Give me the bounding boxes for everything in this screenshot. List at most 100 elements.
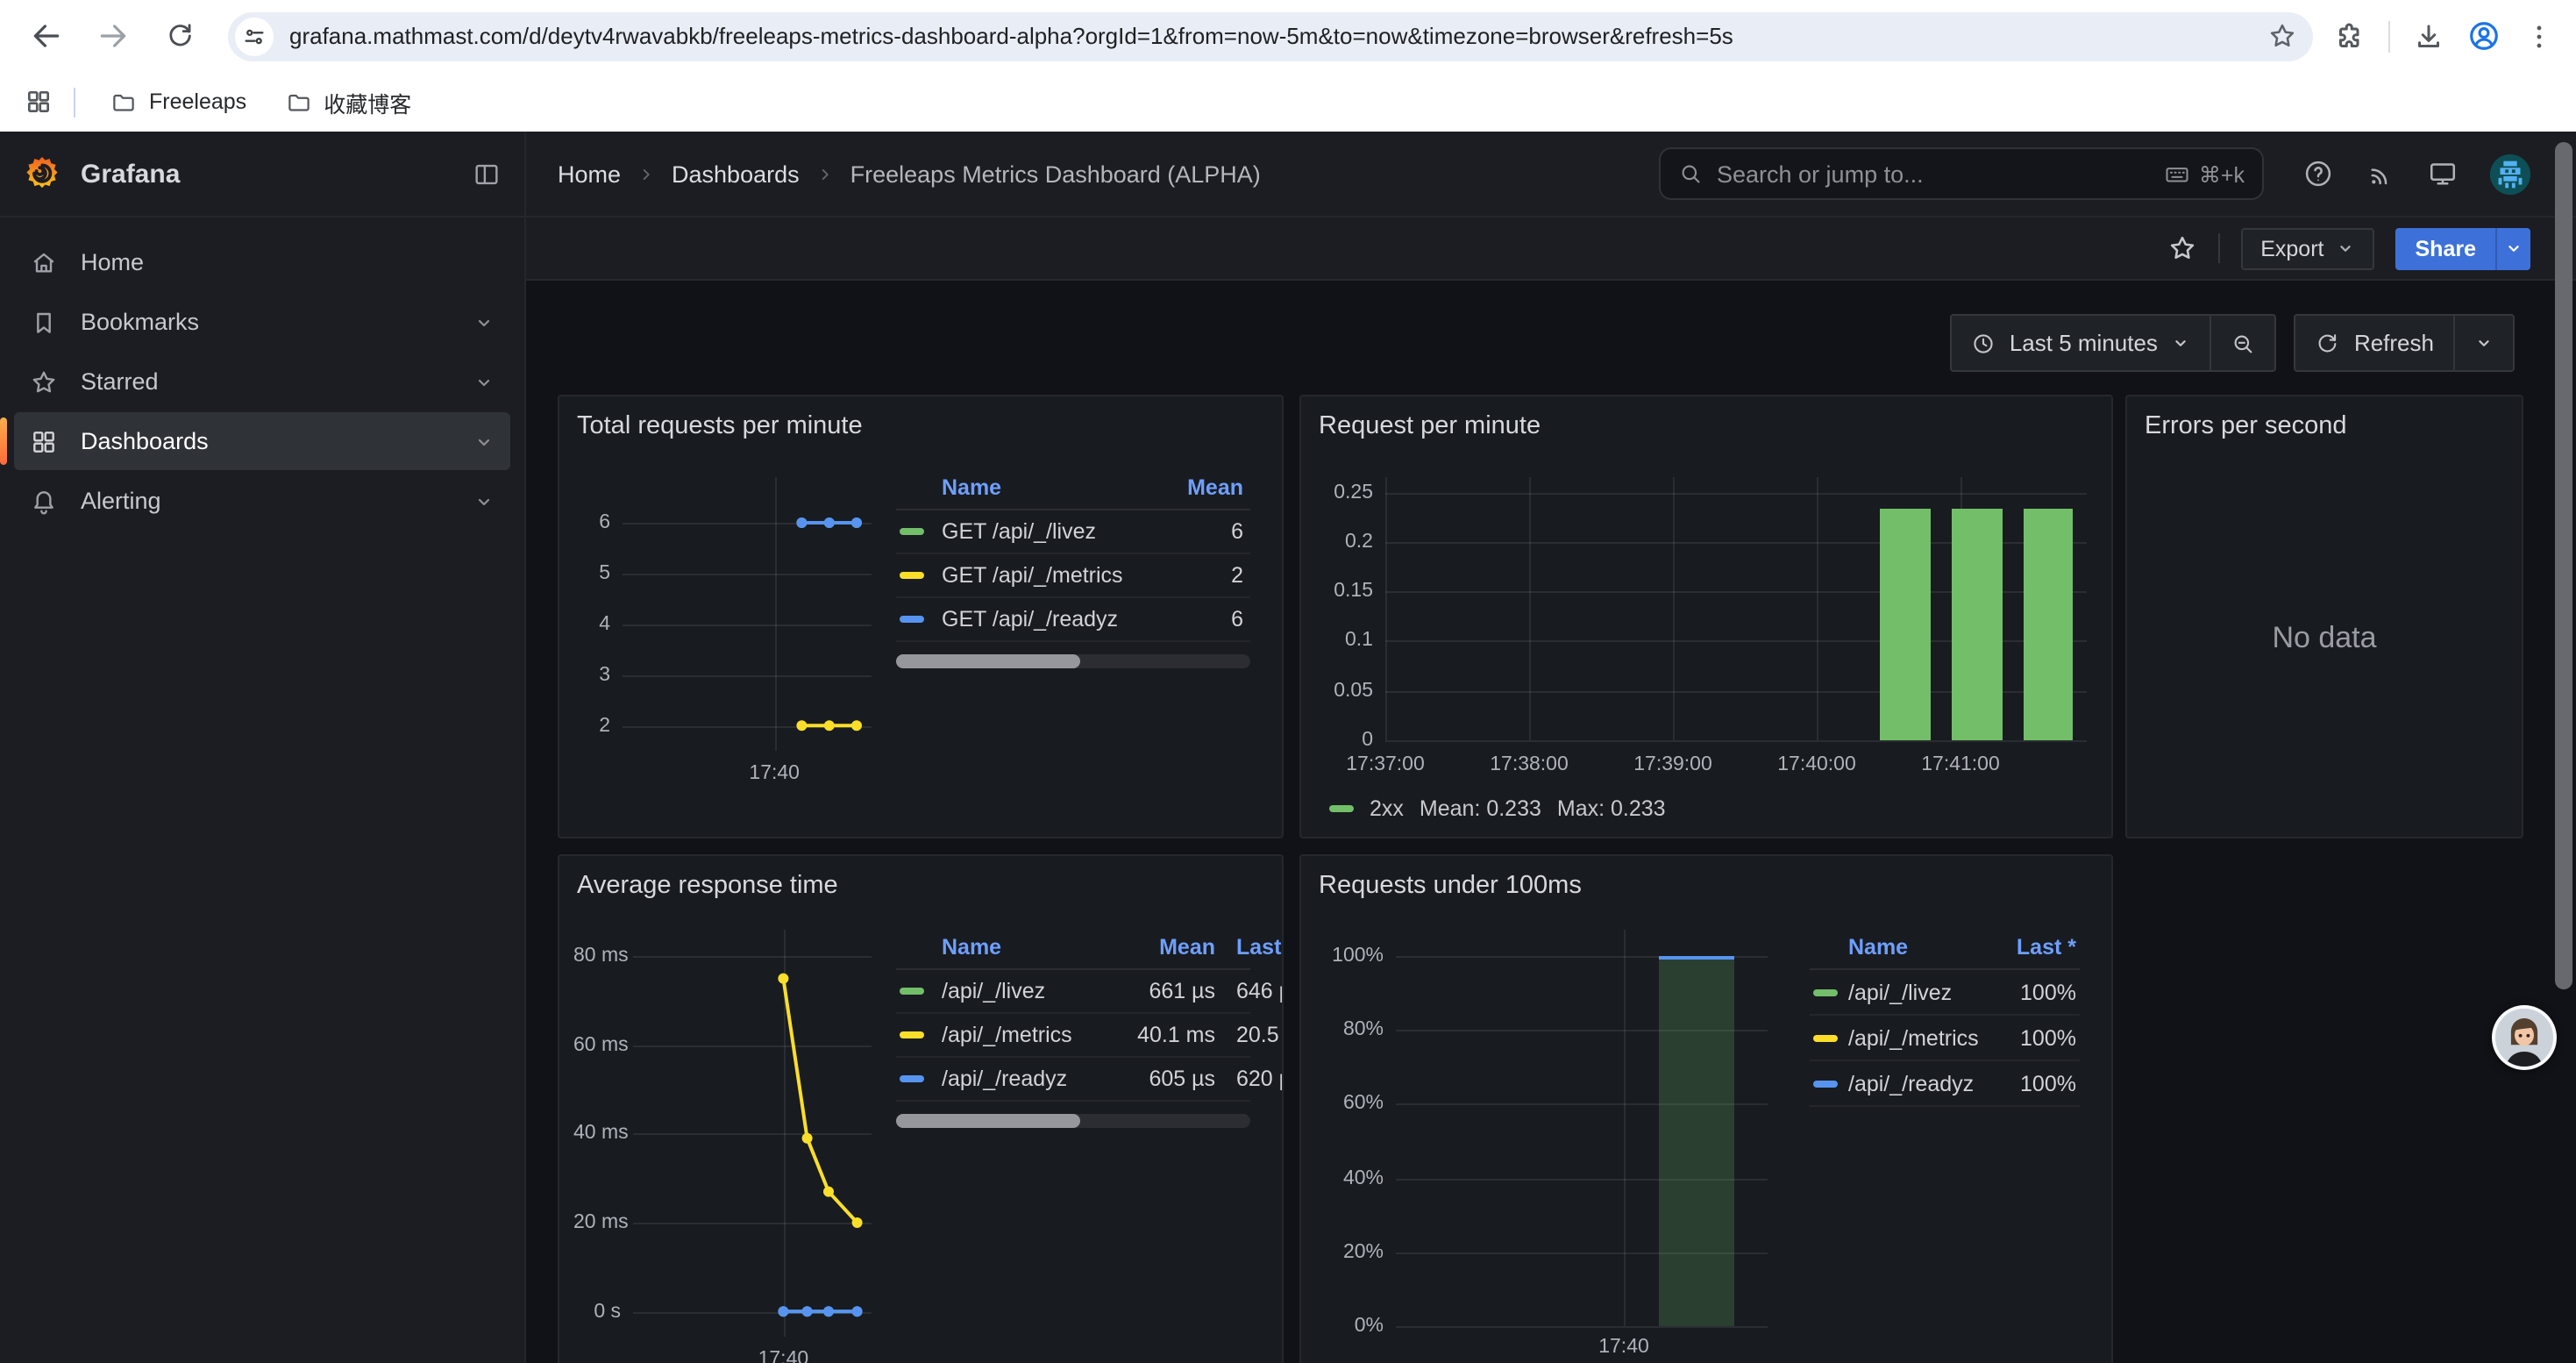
chevron-down-icon[interactable] [473, 371, 495, 392]
sidebar-item-bookmarks[interactable]: Bookmarks [14, 293, 510, 351]
refresh-button[interactable]: Refresh [2296, 316, 2453, 370]
panel-title[interactable]: Requests under 100ms [1319, 870, 1582, 903]
downloads-button[interactable] [2413, 20, 2444, 52]
floating-assistant-avatar[interactable] [2492, 1005, 2557, 1070]
monitor-button[interactable] [2427, 158, 2459, 189]
dashboard-canvas: Last 5 minutes Refresh [526, 281, 2576, 1363]
bookmark-item[interactable]: Freeleaps [96, 82, 260, 122]
sidebar-toggle-button[interactable] [472, 159, 502, 189]
sidebar-item-label: Alerting [81, 488, 161, 514]
refresh-group: Refresh [2295, 314, 2515, 372]
help-button[interactable] [2302, 158, 2334, 189]
series-value: 6 [896, 519, 1243, 544]
refresh-icon [2316, 331, 2340, 355]
chevron-down-icon[interactable] [473, 490, 495, 511]
legend-scrollbar-thumb[interactable] [896, 1114, 1080, 1128]
panel-title[interactable]: Errors per second [2145, 410, 2347, 444]
sidebar-item-home[interactable]: Home [14, 233, 510, 291]
chevron-down-icon[interactable] [473, 431, 495, 452]
header-actions [2302, 153, 2544, 194]
legend-row[interactable]: /api/_/readyz100% [1810, 1061, 2080, 1107]
series-value: 40.1 ms [896, 1023, 1215, 1047]
export-button[interactable]: Export [2241, 227, 2374, 269]
home-icon [30, 248, 58, 276]
back-button[interactable] [21, 11, 70, 61]
time-controls: Last 5 minutes Refresh [1950, 314, 2515, 372]
chevron-down-icon[interactable] [473, 311, 495, 332]
gridline [1385, 477, 1387, 740]
legend-header: NameMean [896, 467, 1250, 510]
apps-grid-button[interactable] [25, 88, 53, 116]
sidebar-item-starred[interactable]: Starred [14, 353, 510, 410]
panel-title[interactable]: Request per minute [1319, 410, 1541, 444]
sidebar-nav: HomeBookmarks Starred Dashboards Alerting [0, 218, 524, 547]
legend-row[interactable]: /api/_/readyz605 µs620 µs [896, 1058, 1250, 1102]
forward-arrow-icon [96, 19, 129, 53]
browser-menu-button[interactable] [2523, 20, 2555, 52]
series-value: 100% [1810, 1071, 2076, 1095]
profile-button[interactable] [2467, 19, 2501, 53]
zoom-out-icon [2231, 331, 2256, 355]
legend-header: NameLast * [1810, 926, 2080, 970]
legend-scrollbar-thumb[interactable] [896, 654, 1080, 668]
url-bar[interactable]: grafana.mathmast.com/d/deytv4rwavabkb/fr… [228, 11, 2313, 61]
y-axis-label: 20% [1315, 1242, 1384, 1263]
sidebar-item-label: Starred [81, 368, 159, 395]
y-axis-label: 40% [1315, 1167, 1384, 1188]
y-axis-label: 0.05 [1315, 680, 1373, 701]
breadcrumb-item[interactable]: Home [558, 161, 621, 187]
search-input[interactable]: Search or jump to... ⌘+k [1659, 147, 2264, 200]
extensions-button[interactable] [2334, 20, 2366, 52]
breadcrumb-item[interactable]: Dashboards [672, 161, 800, 187]
legend-column-header[interactable]: Last * [1810, 935, 2076, 960]
legend-item[interactable]: 2xxMean: 0.233Max: 0.233 [1329, 796, 1666, 821]
site-settings-button[interactable] [235, 17, 274, 55]
sidebar-header: Grafana [0, 132, 524, 218]
legend-row[interactable]: /api/_/livez100% [1810, 970, 2080, 1016]
sidebar-item-dashboards[interactable]: Dashboards [14, 412, 510, 470]
series-value: 6 [896, 607, 1243, 632]
legend-row[interactable]: GET /api/_/readyz6 [896, 598, 1250, 642]
forward-button[interactable] [88, 11, 137, 61]
series-lines [623, 477, 872, 751]
time-range-button[interactable]: Last 5 minutes [1952, 316, 2210, 370]
legend-row[interactable]: /api/_/metrics100% [1810, 1016, 2080, 1061]
legend-column-header[interactable]: Mean [896, 475, 1243, 500]
legend-row[interactable]: /api/_/livez661 µs646 µs [896, 970, 1250, 1014]
bookmark-star-button[interactable] [2267, 21, 2297, 51]
y-axis-label: 0.2 [1315, 532, 1373, 553]
user-avatar[interactable] [2490, 153, 2530, 194]
area-fill [1658, 956, 1734, 1326]
share-dropdown-button[interactable] [2495, 227, 2530, 269]
series-name[interactable]: 2xx [1370, 796, 1404, 821]
browser-window: grafana.mathmast.com/d/deytv4rwavabkb/fr… [0, 0, 2576, 1363]
reload-icon [164, 21, 194, 51]
y-axis-label: 0.25 [1315, 482, 1373, 503]
share-button[interactable]: Share [2396, 227, 2496, 269]
bookmark-item[interactable]: 收藏博客 [271, 78, 425, 125]
panel-title[interactable]: Average response time [577, 870, 838, 903]
zoom-out-button[interactable] [2212, 316, 2275, 370]
news-rss-button[interactable] [2366, 159, 2395, 189]
series-value: 100% [1810, 980, 2076, 1004]
main-column: HomeDashboardsFreeleaps Metrics Dashboar… [526, 132, 2576, 1363]
brand-title: Grafana [81, 159, 180, 189]
legend-column-header[interactable]: Mean [896, 935, 1215, 960]
legend-row[interactable]: GET /api/_/metrics2 [896, 554, 1250, 598]
series-mean: Mean: 0.233 [1420, 796, 1541, 821]
legend-header: NameMeanLast * [896, 926, 1250, 970]
sidebar-item-alerting[interactable]: Alerting [14, 472, 510, 530]
y-axis-label: 80 ms [573, 946, 621, 967]
panel-title[interactable]: Total requests per minute [577, 410, 863, 444]
tune-icon [242, 24, 267, 48]
page-scrollbar[interactable] [2555, 142, 2572, 989]
legend-row[interactable]: GET /api/_/livez6 [896, 510, 1250, 554]
favorite-star-button[interactable] [2167, 233, 2197, 263]
panel-total-requests-per-minute: Total requests per minute6543217:40NameM… [558, 395, 1284, 838]
legend-column-header[interactable]: Last * [1236, 935, 1284, 960]
reload-button[interactable] [154, 11, 203, 61]
refresh-interval-button[interactable] [2455, 316, 2513, 370]
grafana-logo[interactable] [23, 154, 61, 193]
chevron-right-icon [815, 164, 835, 183]
legend-row[interactable]: /api/_/metrics40.1 ms20.5 ms [896, 1014, 1250, 1058]
